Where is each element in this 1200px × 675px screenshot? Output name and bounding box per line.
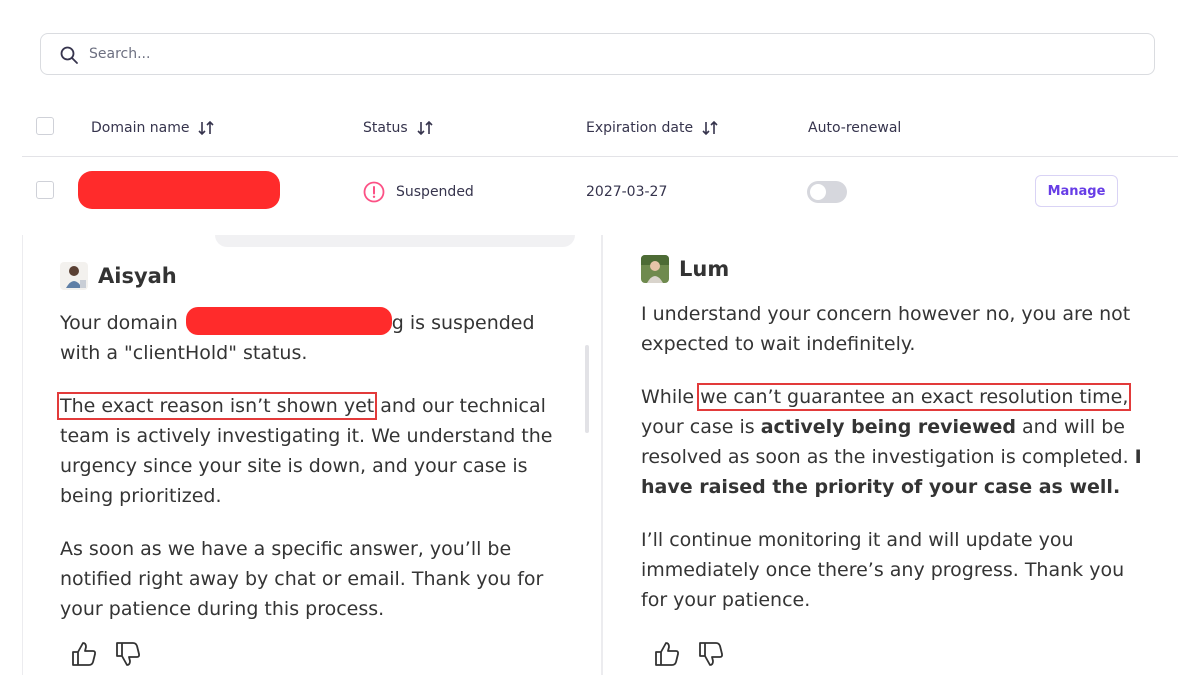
message-paragraph: Your domain g is suspended with a "clien… — [60, 307, 560, 368]
column-header-status[interactable]: Status — [363, 120, 434, 136]
bold-text: actively being reviewed — [760, 416, 1016, 438]
message-body: I understand your concern however no, yo… — [641, 299, 1151, 638]
sort-arrows-icon[interactable] — [416, 120, 434, 136]
message-author: Lum — [641, 255, 729, 283]
message-paragraph: As soon as we have a specific answer, yo… — [60, 538, 544, 620]
auto-renewal-toggle[interactable] — [807, 181, 847, 203]
row-checkbox[interactable] — [36, 181, 54, 199]
message-author: Aisyah — [60, 262, 177, 290]
scrollbar[interactable] — [585, 345, 589, 433]
table-header-row: Domain name Status Expiration date Auto-… — [22, 100, 1178, 157]
search-bar[interactable] — [40, 33, 1155, 75]
thumbs-up-icon[interactable] — [653, 640, 681, 668]
status-text: Suspended — [396, 184, 474, 200]
expiration-date: 2027-03-27 — [586, 184, 668, 200]
highlighted-text: The exact reason isn’t shown yet — [56, 392, 378, 420]
author-name: Lum — [679, 257, 730, 281]
message-paragraph: While we can’t guarantee an exact resolu… — [641, 382, 1151, 502]
domain-name-redacted — [185, 307, 392, 335]
feedback-buttons — [70, 640, 142, 668]
select-all-checkbox[interactable] — [36, 117, 54, 135]
thumbs-up-icon[interactable] — [70, 640, 98, 668]
column-header-label: Expiration date — [586, 120, 694, 136]
paragraph-text: Your domain — [60, 312, 184, 334]
domain-name-redacted — [78, 171, 280, 209]
previous-message-bubble — [215, 235, 575, 247]
column-header-domain-name[interactable]: Domain name — [91, 120, 215, 136]
sort-arrows-icon[interactable] — [701, 120, 719, 136]
column-header-auto-renewal: Auto-renewal — [808, 120, 901, 136]
chat-message-aisyah: Aisyah Your domain g is suspended with a… — [22, 235, 589, 675]
highlighted-text: we can’t guarantee an exact resolution t… — [697, 383, 1132, 411]
feedback-buttons — [653, 640, 725, 668]
thumbs-down-icon[interactable] — [114, 640, 142, 668]
paragraph-text: While — [641, 386, 701, 408]
message-paragraph: The exact reason isn’t shown yet and our… — [56, 391, 560, 511]
column-header-label: Domain name — [91, 120, 190, 136]
search-input[interactable] — [89, 42, 1089, 66]
avatar — [641, 255, 669, 283]
message-paragraph: I’ll continue monitoring it and will upd… — [641, 529, 1125, 611]
message-paragraph: I understand your concern however no, yo… — [641, 303, 1131, 355]
column-header-expiration-date[interactable]: Expiration date — [586, 120, 719, 136]
author-name: Aisyah — [98, 264, 177, 288]
column-header-label: Auto-renewal — [808, 120, 902, 136]
column-header-label: Status — [363, 120, 408, 136]
sort-arrows-icon[interactable] — [197, 120, 215, 136]
search-icon — [60, 46, 78, 64]
table-row: Suspended 2027-03-27 Manage — [22, 157, 1178, 229]
chat-message-lum: Lum I understand your concern however no… — [601, 235, 1180, 675]
message-body: Your domain g is suspended with a "clien… — [56, 307, 560, 647]
avatar — [60, 262, 88, 290]
domains-table: Domain name Status Expiration date Auto-… — [22, 100, 1178, 230]
manage-button[interactable]: Manage — [1035, 175, 1118, 207]
paragraph-text: your case is — [641, 416, 761, 438]
thumbs-down-icon[interactable] — [697, 640, 725, 668]
alert-circle-icon — [363, 181, 385, 203]
